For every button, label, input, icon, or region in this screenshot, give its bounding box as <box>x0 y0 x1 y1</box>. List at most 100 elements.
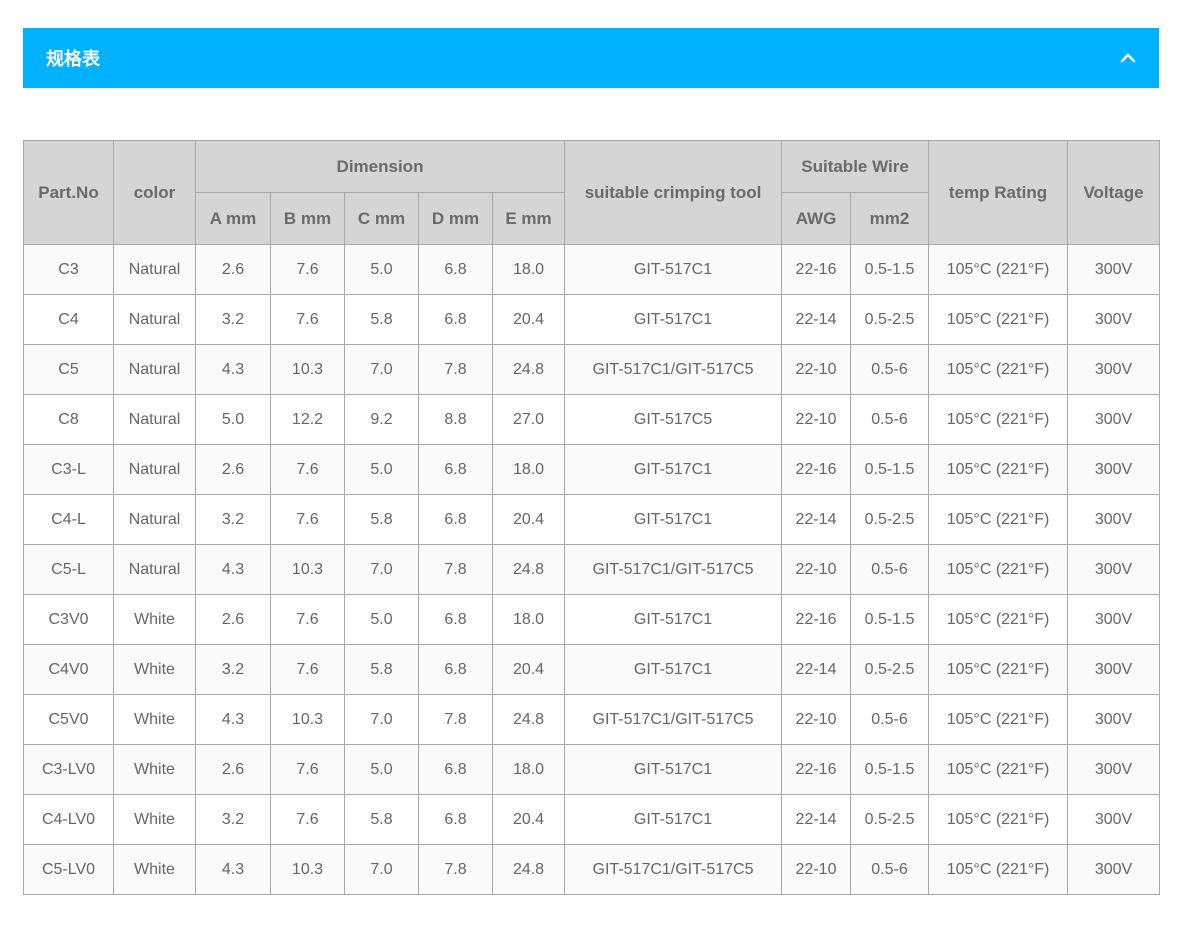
cell-mm2: 0.5-6 <box>850 844 930 895</box>
header-suitable-wire: Suitable Wire <box>781 140 930 193</box>
cell-c-mm: 5.8 <box>344 494 419 545</box>
cell-part-no: C4-L <box>23 494 114 545</box>
cell-color: White <box>113 594 196 645</box>
cell-d-mm: 6.8 <box>418 294 493 345</box>
spec-accordion-header[interactable]: 规格表 <box>23 28 1159 88</box>
cell-part-no: C3V0 <box>23 594 114 645</box>
cell-temp-rating: 105°C (221°F) <box>928 244 1069 295</box>
cell-mm2: 0.5-2.5 <box>850 294 930 345</box>
cell-awg: 22-14 <box>781 494 852 545</box>
cell-part-no: C3 <box>23 244 114 295</box>
header-crimping-tool: suitable crimping tool <box>564 140 783 245</box>
cell-e-mm: 20.4 <box>491 794 566 845</box>
cell-voltage: 300V <box>1067 394 1161 445</box>
cell-mm2: 0.5-6 <box>850 344 930 395</box>
cell-awg: 22-10 <box>781 694 852 745</box>
cell-e-mm: 20.4 <box>491 644 566 695</box>
cell-crimping-tool: GIT-517C1 <box>564 594 783 645</box>
header-d-mm: D mm <box>418 192 493 245</box>
cell-d-mm: 8.8 <box>418 394 493 445</box>
cell-c-mm: 5.8 <box>344 794 419 845</box>
cell-mm2: 0.5-6 <box>850 544 930 595</box>
cell-awg: 22-14 <box>781 794 852 845</box>
cell-color: Natural <box>113 344 196 395</box>
cell-c-mm: 5.0 <box>344 444 419 495</box>
cell-b-mm: 10.3 <box>270 844 345 895</box>
cell-e-mm: 20.4 <box>491 294 566 345</box>
header-a-mm: A mm <box>195 192 271 245</box>
cell-temp-rating: 105°C (221°F) <box>928 344 1069 395</box>
cell-a-mm: 2.6 <box>195 744 271 795</box>
cell-voltage: 300V <box>1067 844 1161 895</box>
cell-mm2: 0.5-6 <box>850 394 930 445</box>
cell-d-mm: 7.8 <box>418 544 493 595</box>
cell-c-mm: 7.0 <box>344 844 419 895</box>
cell-mm2: 0.5-1.5 <box>850 594 930 645</box>
cell-d-mm: 6.8 <box>418 794 493 845</box>
cell-color: White <box>113 644 196 695</box>
cell-part-no: C4V0 <box>23 644 114 695</box>
cell-temp-rating: 105°C (221°F) <box>928 294 1069 345</box>
cell-e-mm: 18.0 <box>491 244 566 295</box>
cell-awg: 22-16 <box>781 744 852 795</box>
cell-awg: 22-10 <box>781 844 852 895</box>
cell-part-no: C8 <box>23 394 114 445</box>
cell-b-mm: 10.3 <box>270 544 345 595</box>
cell-temp-rating: 105°C (221°F) <box>928 744 1069 795</box>
cell-crimping-tool: GIT-517C1 <box>564 494 783 545</box>
cell-color: Natural <box>113 494 196 545</box>
cell-d-mm: 6.8 <box>418 444 493 495</box>
header-b-mm: B mm <box>270 192 345 245</box>
cell-d-mm: 7.8 <box>418 344 493 395</box>
cell-temp-rating: 105°C (221°F) <box>928 644 1069 695</box>
cell-part-no: C3-LV0 <box>23 744 114 795</box>
cell-c-mm: 5.0 <box>344 744 419 795</box>
cell-awg: 22-10 <box>781 344 852 395</box>
cell-c-mm: 5.8 <box>344 294 419 345</box>
cell-a-mm: 4.3 <box>195 694 271 745</box>
header-awg: AWG <box>781 192 852 245</box>
cell-c-mm: 9.2 <box>344 394 419 445</box>
table-row: C8 Natural 5.0 12.2 9.2 8.8 27.0 GIT-517C5 22-10… <box>23 394 1161 445</box>
cell-awg: 22-10 <box>781 394 852 445</box>
cell-a-mm: 4.3 <box>195 544 271 595</box>
cell-d-mm: 6.8 <box>418 644 493 695</box>
cell-part-no: C5-L <box>23 544 114 595</box>
cell-a-mm: 2.6 <box>195 594 271 645</box>
table-row: C5V0 White 4.3 10.3 7.0 7.8 24.8 GIT-517C1/GIT-… <box>23 694 1161 745</box>
cell-a-mm: 4.3 <box>195 344 271 395</box>
cell-a-mm: 5.0 <box>195 394 271 445</box>
cell-color: White <box>113 744 196 795</box>
cell-c-mm: 5.0 <box>344 244 419 295</box>
cell-awg: 22-10 <box>781 544 852 595</box>
cell-crimping-tool: GIT-517C1 <box>564 644 783 695</box>
table-row: C4-L Natural 3.2 7.6 5.8 6.8 20.4 GIT-517C1 22-1… <box>23 494 1161 545</box>
cell-temp-rating: 105°C (221°F) <box>928 694 1069 745</box>
cell-part-no: C4 <box>23 294 114 345</box>
cell-a-mm: 2.6 <box>195 244 271 295</box>
cell-e-mm: 24.8 <box>491 344 566 395</box>
cell-c-mm: 7.0 <box>344 544 419 595</box>
cell-part-no: C5 <box>23 344 114 395</box>
cell-color: Natural <box>113 294 196 345</box>
cell-temp-rating: 105°C (221°F) <box>928 544 1069 595</box>
cell-crimping-tool: GIT-517C1/GIT-517C5 <box>564 344 783 395</box>
header-c-mm: C mm <box>344 192 419 245</box>
chevron-up-icon[interactable] <box>1119 49 1137 67</box>
cell-b-mm: 7.6 <box>270 294 345 345</box>
cell-d-mm: 6.8 <box>418 744 493 795</box>
cell-temp-rating: 105°C (221°F) <box>928 794 1069 845</box>
table-row: C3-L Natural 2.6 7.6 5.0 6.8 18.0 GIT-517C1 22-1… <box>23 444 1161 495</box>
cell-b-mm: 10.3 <box>270 344 345 395</box>
cell-temp-rating: 105°C (221°F) <box>928 394 1069 445</box>
table-row: C4-LV0 White 3.2 7.6 5.8 6.8 20.4 GIT-517C1 22-1… <box>23 794 1161 845</box>
cell-color: White <box>113 794 196 845</box>
cell-d-mm: 6.8 <box>418 494 493 545</box>
cell-crimping-tool: GIT-517C1/GIT-517C5 <box>564 694 783 745</box>
cell-e-mm: 24.8 <box>491 694 566 745</box>
cell-d-mm: 7.8 <box>418 694 493 745</box>
cell-voltage: 300V <box>1067 344 1161 395</box>
table-row: C3-LV0 White 2.6 7.6 5.0 6.8 18.0 GIT-517C1 22-1… <box>23 744 1161 795</box>
cell-a-mm: 3.2 <box>195 494 271 545</box>
cell-b-mm: 7.6 <box>270 444 345 495</box>
